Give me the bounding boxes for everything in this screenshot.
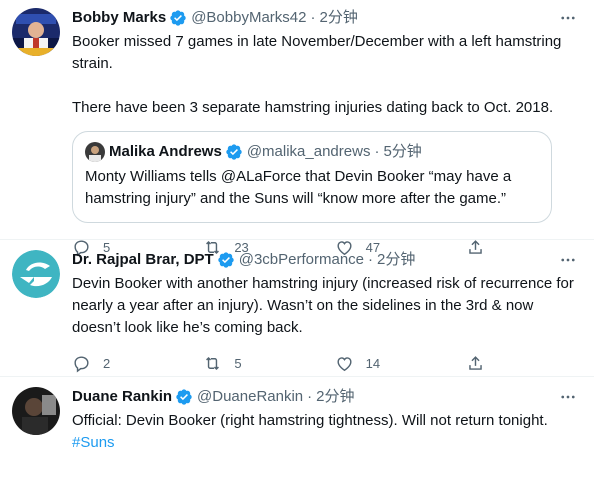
- avatar: [85, 142, 105, 162]
- tweet-text: Devin Booker with another hamstring inju…: [72, 275, 579, 336]
- retweet-icon: [206, 356, 220, 370]
- avatar[interactable]: [12, 387, 60, 435]
- author-name[interactable]: Dr. Rajpal Brar, DPT: [72, 250, 214, 270]
- separator-dot: ·: [374, 143, 380, 160]
- hashtag-link[interactable]: #Suns: [72, 434, 115, 451]
- quoted-tweet-text: Monty Williams tells @ALaForce that Devi…: [85, 168, 516, 207]
- quoted-tweet[interactable]: Malika Andrews @malika_andrews · 5分钟 Mon…: [72, 131, 552, 223]
- more-icon[interactable]: [558, 8, 578, 28]
- tweet-header: Duane Rankin @DuaneRankin · 2分钟: [72, 387, 578, 407]
- quoted-author-handle: @malika_andrews: [246, 143, 371, 160]
- author-name[interactable]: Duane Rankin: [72, 387, 172, 407]
- avatar[interactable]: [12, 8, 60, 56]
- author-handle[interactable]: @3cbPerformance: [239, 250, 364, 270]
- share-icon: [469, 355, 482, 370]
- retweet-button[interactable]: 5: [203, 354, 334, 373]
- timestamp[interactable]: 2分钟: [319, 8, 357, 28]
- share-button[interactable]: [466, 354, 497, 373]
- separator-dot: ·: [368, 251, 373, 268]
- retweet-count: 5: [234, 355, 242, 371]
- tweet-text: Official: Devin Booker (right hamstring …: [72, 410, 578, 454]
- separator-dot: ·: [310, 9, 316, 26]
- like-button[interactable]: 14: [335, 354, 466, 373]
- tweet-text: Booker missed 7 games in late November/D…: [72, 33, 562, 116]
- reply-icon: [74, 355, 89, 372]
- verified-icon: [175, 388, 193, 406]
- verified-icon: [217, 251, 235, 269]
- separator-dot: ·: [307, 388, 313, 405]
- tweet-text-body: Official: Devin Booker (right hamstring …: [72, 412, 548, 429]
- tweet[interactable]: Dr. Rajpal Brar, DPT @3cbPerformance · 2…: [0, 240, 594, 377]
- tweet[interactable]: Bobby Marks @BobbyMarks42 · 2分钟 Booker m…: [0, 0, 594, 256]
- timestamp[interactable]: 2分钟: [377, 250, 415, 270]
- author-handle[interactable]: @DuaneRankin: [197, 387, 303, 407]
- like-icon: [337, 356, 352, 371]
- more-icon[interactable]: [558, 250, 578, 270]
- tweet-header: Bobby Marks @BobbyMarks42 · 2分钟: [72, 8, 578, 28]
- tweet[interactable]: Duane Rankin @DuaneRankin · 2分钟 Official…: [0, 377, 594, 480]
- quoted-timestamp: 5分钟: [383, 143, 422, 160]
- reply-button[interactable]: 2: [72, 354, 203, 373]
- author-handle[interactable]: @BobbyMarks42: [191, 8, 306, 28]
- reply-count: 2: [103, 355, 111, 371]
- author-name[interactable]: Bobby Marks: [72, 8, 166, 28]
- verified-icon: [225, 143, 243, 161]
- like-count: 14: [365, 355, 381, 371]
- quoted-author-name: Malika Andrews: [109, 143, 222, 160]
- quoted-tweet-header: Malika Andrews @malika_andrews · 5分钟: [85, 142, 539, 162]
- timestamp[interactable]: 2分钟: [316, 387, 354, 407]
- tweet-actions: 2 5 14: [72, 345, 497, 381]
- avatar[interactable]: [12, 250, 60, 298]
- verified-icon: [169, 9, 187, 27]
- tweet-header: Dr. Rajpal Brar, DPT @3cbPerformance · 2…: [72, 250, 578, 270]
- more-icon[interactable]: [558, 387, 578, 407]
